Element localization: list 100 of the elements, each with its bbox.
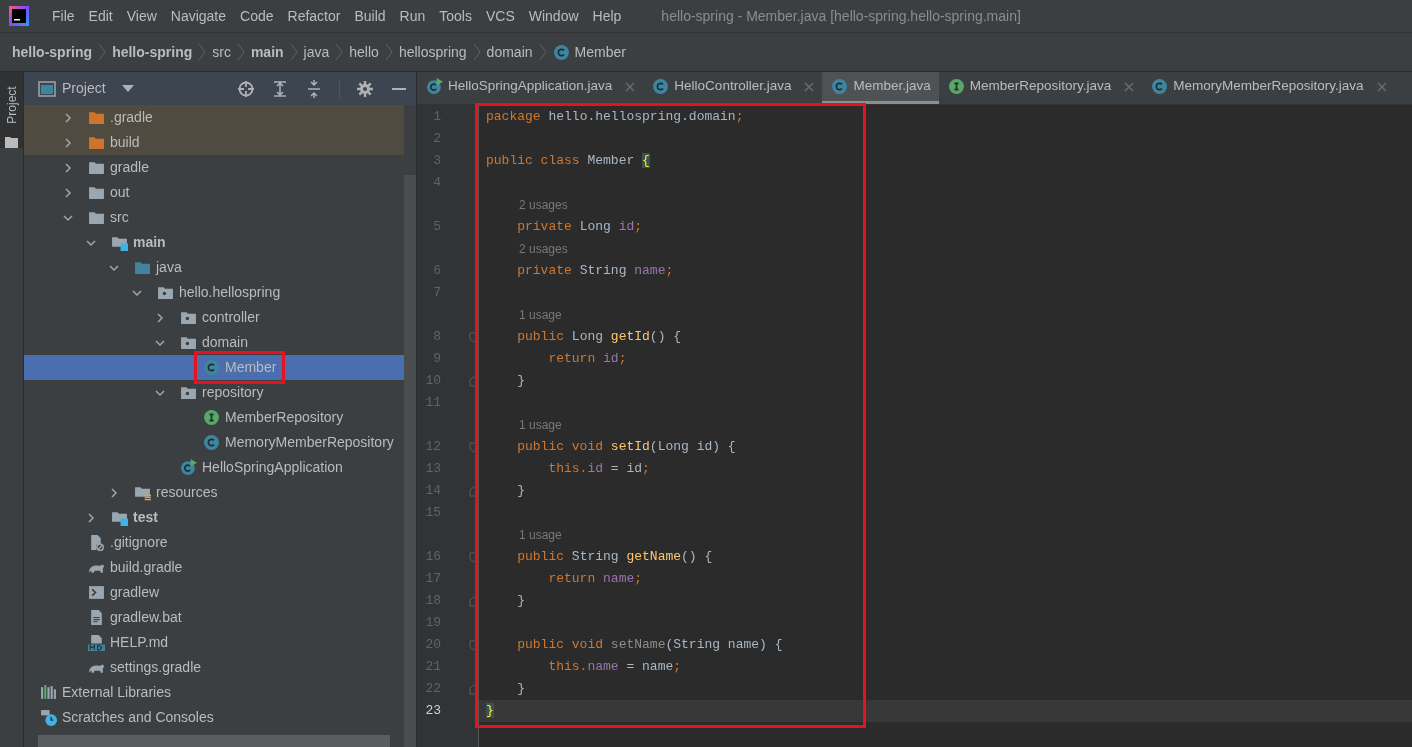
fold-icon[interactable] [469,551,478,563]
interface-icon [203,409,220,426]
tree-item[interactable]: External Libraries [24,680,404,705]
tree-item[interactable]: HelloSpringApplication [24,455,404,480]
tree-item[interactable]: controller [24,305,404,330]
tree-item[interactable]: MemberRepository [24,405,404,430]
dropdown-caret-icon[interactable] [121,84,134,93]
tree-item[interactable]: resources [24,480,404,505]
settings-icon[interactable] [356,79,374,98]
breadcrumb[interactable]: hello-spring [112,41,193,63]
breadcrumb[interactable]: src [212,41,231,63]
chevron-icon[interactable] [154,311,166,324]
crosshair-icon[interactable] [237,79,255,98]
class-icon [831,78,849,95]
usage-hint[interactable]: 1 usage [519,526,562,544]
tree-item[interactable]: .gradle [24,105,404,130]
code-line: } [516,592,525,611]
code-line: public void setId(Long id) { [516,438,736,457]
tree-item[interactable]: src [24,205,404,230]
breadcrumb[interactable]: hello [349,41,379,63]
menu-item[interactable]: File [52,5,75,27]
code-line: package hello.hellospring.domain; [486,108,744,127]
menu-item[interactable]: Code [240,5,274,27]
code-line: return id; [547,350,627,369]
class-icon [652,78,670,95]
tree-item[interactable]: gradlew [24,580,404,605]
breadcrumb[interactable]: hello-spring [12,41,93,63]
fold-icon[interactable] [469,683,478,695]
fold-icon[interactable] [469,441,478,453]
tree-item[interactable]: .gitignore [24,530,404,555]
fold-icon[interactable] [469,375,478,387]
library-icon [40,684,57,701]
expand-all-icon[interactable] [271,79,289,98]
usage-hint[interactable]: 1 usage [519,306,562,324]
code-line: this.name = name; [547,658,682,677]
tree-item[interactable]: gradle [24,155,404,180]
window-title: hello-spring - Member.java [hello-spring.hello-spring.main] [661,6,1021,26]
scratch-clock-icon [40,709,57,726]
markdown-file-icon [88,634,105,651]
window-icon [38,80,56,97]
usage-hint[interactable]: 1 usage [519,416,562,434]
editor-tab[interactable]: HelloController.java [643,72,823,104]
tree-item[interactable]: HELP.md [24,630,404,655]
menu-item[interactable]: Edit [88,5,113,27]
code-line: private String name; [516,262,674,281]
editor-tab[interactable]: Member.java [822,72,939,104]
breadcrumb[interactable]: Member [552,41,626,63]
vertical-scrollbar[interactable] [404,175,416,747]
collapse-all-icon[interactable] [305,79,323,98]
menu-item[interactable]: Window [528,5,579,27]
side-tab[interactable]: Project [0,72,23,148]
tree-item[interactable]: main [24,230,404,255]
menu-item[interactable]: Refactor [287,5,341,27]
class-icon [552,43,570,61]
chevron-icon[interactable] [85,511,97,524]
editor-tab[interactable]: MemberRepository.java [938,72,1143,104]
folder-icon [111,234,128,251]
chevron-icon[interactable] [62,136,74,149]
runnable-class-icon [180,459,197,476]
menu-item[interactable]: Tools [439,5,472,27]
fold-icon[interactable] [469,485,478,497]
menu-item[interactable]: View [126,5,157,27]
folder-icon [88,134,105,151]
fold-icon[interactable] [469,331,478,343]
code-line: return name; [547,570,643,589]
menu-item[interactable]: VCS [485,5,515,27]
tree-item[interactable]: Scratches and Consoles [24,705,404,730]
chevron-icon[interactable] [62,186,74,199]
tree-item[interactable]: settings.gradle [24,655,404,680]
breadcrumb[interactable]: hellospring [398,41,467,63]
menu-item[interactable]: Navigate [170,5,227,27]
tree-item[interactable]: build.gradle [24,555,404,580]
breadcrumb[interactable]: main [250,41,284,63]
fold-icon[interactable] [469,639,478,651]
editor-tab[interactable]: HelloSpringApplication.java [417,72,644,104]
menu-item[interactable]: Run [399,5,426,27]
app-logo-icon [9,6,29,26]
menu-item[interactable]: Build [354,5,386,27]
tree-item[interactable]: test [24,505,404,530]
fold-icon[interactable] [469,595,478,607]
usage-hint[interactable]: 2 usages [519,196,568,214]
tree-item[interactable]: build [24,130,404,155]
panel-title[interactable]: Project [62,78,106,99]
code-line: public void setName(String name) { [516,636,783,655]
chevron-icon[interactable] [62,111,74,124]
usage-hint[interactable]: 2 usages [519,240,568,258]
tree-item[interactable]: hello.hellospring [24,280,404,305]
folder-icon [88,209,105,226]
package-icon [180,334,197,351]
breadcrumb[interactable]: java [303,41,330,63]
tree-item[interactable]: out [24,180,404,205]
chevron-icon[interactable] [62,161,74,174]
chevron-icon[interactable] [108,486,120,499]
tree-item[interactable]: java [24,255,404,280]
horizontal-scrollbar[interactable] [38,735,390,747]
menu-item[interactable]: Help [592,5,622,27]
breadcrumb[interactable]: domain [486,41,533,63]
tree-item[interactable]: gradlew.bat [24,605,404,630]
tree-item[interactable]: MemoryMemberRepository [24,430,404,455]
editor-tab[interactable]: MemoryMemberRepository.java [1142,72,1395,104]
